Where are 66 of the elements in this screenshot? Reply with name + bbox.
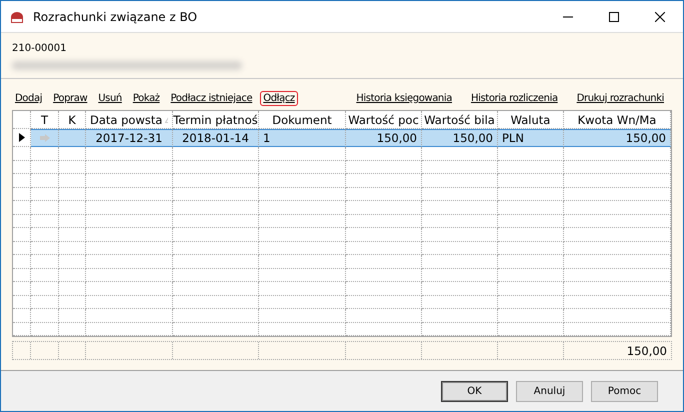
empty-table-cell xyxy=(59,296,86,309)
empty-table-cell xyxy=(31,174,59,188)
empty-table-cell xyxy=(31,309,59,322)
empty-table-cell xyxy=(31,160,59,174)
empty-table-cell xyxy=(498,201,564,214)
arrow-icon xyxy=(40,134,50,142)
table-cell: 150,00 xyxy=(346,129,422,147)
empty-table-cell xyxy=(59,147,86,160)
empty-table-cell xyxy=(31,228,59,242)
close-icon xyxy=(655,12,665,22)
empty-table-cell xyxy=(31,296,59,309)
action-link[interactable]: Drukuj rozrachunki xyxy=(574,91,667,106)
empty-table-cell xyxy=(498,147,564,160)
action-link[interactable]: Pokaż xyxy=(130,91,163,106)
empty-table-cell xyxy=(498,242,564,255)
empty-table-cell xyxy=(59,255,86,268)
empty-table-cell xyxy=(498,174,564,188)
empty-table-cell xyxy=(59,174,86,188)
dialog-button[interactable]: Pomoc xyxy=(591,380,658,402)
maximize-icon xyxy=(609,12,619,22)
empty-table-cell xyxy=(59,242,86,255)
table-cell: 1 xyxy=(259,129,346,147)
empty-table-cell xyxy=(59,188,86,201)
empty-table-cell xyxy=(498,296,564,309)
empty-table-cell xyxy=(59,228,86,242)
empty-table-cell xyxy=(31,188,59,201)
empty-table-cell xyxy=(31,282,59,296)
table-cell: 150,00 xyxy=(422,129,498,147)
action-link[interactable]: Historia rozliczenia xyxy=(468,91,561,106)
action-link[interactable]: Popraw xyxy=(50,91,90,106)
table-cell: 2017-12-31 xyxy=(86,129,173,147)
account-number: 210-00001 xyxy=(12,43,68,54)
row-pointer-icon xyxy=(18,133,24,142)
empty-table-cell xyxy=(498,268,564,282)
empty-table-cell xyxy=(59,309,86,322)
table-cell: PLN xyxy=(498,129,564,147)
empty-table-cell xyxy=(498,160,564,174)
empty-table-cell xyxy=(498,214,564,228)
empty-table-cell xyxy=(59,268,86,282)
empty-table-cell xyxy=(498,282,564,296)
empty-table-cell xyxy=(498,255,564,268)
empty-table-cell xyxy=(498,228,564,242)
table-cell: 150,00 xyxy=(564,129,671,147)
empty-table-cell xyxy=(31,147,59,160)
empty-table-cell xyxy=(59,282,86,296)
empty-table-cell xyxy=(59,160,86,174)
empty-table-cell xyxy=(31,242,59,255)
empty-table-cell xyxy=(31,201,59,214)
empty-table-cell xyxy=(498,188,564,201)
window-title: Rozrachunki związane z BO xyxy=(33,10,198,24)
action-link[interactable]: Usuń xyxy=(95,91,125,106)
empty-table-cell xyxy=(498,309,564,322)
empty-table-cell xyxy=(59,201,86,214)
action-link[interactable]: Podłacz istniejace xyxy=(168,91,256,106)
empty-table-cell xyxy=(31,255,59,268)
action-link[interactable]: Dodaj xyxy=(12,91,46,106)
table-cell: 2018-01-14 xyxy=(173,129,259,147)
empty-table-cell xyxy=(31,268,59,282)
action-link[interactable]: Odłącz xyxy=(260,91,298,106)
app-logo-icon xyxy=(9,10,25,24)
empty-table-cell xyxy=(59,214,86,228)
action-link[interactable]: Historia księgowania xyxy=(353,91,455,106)
dialog-button[interactable]: OK xyxy=(441,380,508,402)
total-value: 150,00 xyxy=(626,342,668,359)
dialog-button[interactable]: Anuluj xyxy=(516,380,583,402)
empty-table-cell xyxy=(31,214,59,228)
